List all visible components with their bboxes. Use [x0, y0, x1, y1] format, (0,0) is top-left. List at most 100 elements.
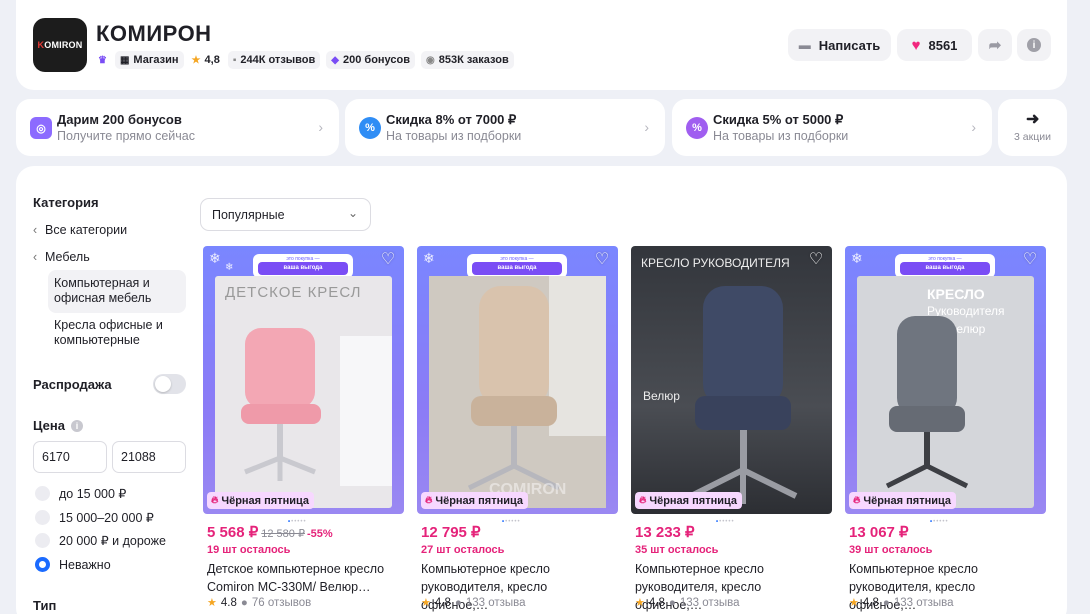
shop-reviews[interactable]: ▪ 244К отзывов [227, 51, 321, 69]
star-icon: ★ [207, 597, 217, 609]
pink-chair-illustration [241, 328, 392, 486]
beige-chair-illustration [429, 276, 606, 508]
fire-icon: 🔥︎ [853, 495, 861, 506]
share-icon: ➦ [988, 37, 1002, 54]
info-button[interactable]: i [1017, 29, 1051, 61]
shop-bonuses[interactable]: ◆ 200 бонусов [326, 51, 415, 69]
promo-banner: это покупка — ваша выгода [895, 254, 995, 278]
price-range-option[interactable]: до 15 000 ₽ [35, 486, 126, 501]
price-range-option[interactable]: 15 000–20 000 ₽ [35, 510, 154, 525]
fire-icon: 🔥︎ [211, 495, 219, 506]
star-icon: ★ [635, 597, 645, 609]
chevron-right-icon: › [644, 119, 649, 135]
chevron-down-icon: ⌄ [347, 206, 358, 220]
bonus-icon: ◆ [331, 54, 339, 66]
sale-label: Распродажа [33, 377, 112, 392]
percent-icon: % [686, 117, 708, 139]
info-icon: i [1027, 38, 1041, 52]
black-friday-badge: 🔥︎ Чёрная пятница [635, 492, 743, 509]
price-to-input[interactable]: 21088 [112, 441, 186, 473]
store-icon: ▦ [119, 54, 130, 66]
black-friday-badge: 🔥︎ Чёрная пятница [421, 492, 529, 509]
shop-name: КОМИРОН [96, 21, 212, 46]
shop-header: KOMIRON КОМИРОН ♛ ▦ Магазин ★ 4,8 ▪ 244К от… [16, 0, 1067, 90]
write-button[interactable]: ▬ Написать [788, 29, 891, 61]
product-image[interactable]: это покупка — ваша выгода ❄ ❄ ДЕТСКОЕ КР… [203, 246, 404, 514]
stock-left: 35 шт осталось [635, 544, 719, 556]
black-friday-badge: 🔥︎ Чёрная пятница [207, 492, 315, 509]
snowflake-icon: ❄ [225, 262, 234, 273]
star-icon: ★ [849, 597, 859, 609]
product-title[interactable]: Детское компьютерное кресло Comiron MC-33… [207, 560, 402, 596]
heart-icon: ♥ [911, 36, 921, 54]
promo-discount-5[interactable]: % Скидка 5% от 5000 ₽ На товары из подбо… [672, 99, 992, 156]
fire-icon: 🔥︎ [639, 495, 647, 506]
share-button[interactable]: ➦ [978, 29, 1012, 61]
image-pager-dots: •••••• [502, 519, 521, 525]
image-pager-dots: •••••• [716, 519, 735, 525]
percent-icon: % [359, 117, 381, 139]
stock-left: 39 шт осталось [849, 544, 933, 556]
comment-icon: ● [668, 596, 676, 609]
favorite-icon[interactable]: ♡ [806, 250, 826, 270]
product-rating: ★ 4.8 ● 133 отзыва [849, 596, 954, 610]
price-label: Цена i [33, 418, 83, 433]
chat-icon: ▬ [798, 38, 811, 52]
sort-select[interactable]: Популярные ⌄ [200, 198, 371, 231]
price-from-input[interactable]: 6170 [33, 441, 107, 473]
product-price: 12 795 ₽ [421, 524, 481, 541]
favorite-icon[interactable]: ♡ [378, 250, 398, 270]
all-actions-button[interactable]: ➜ 3 акции [998, 99, 1067, 156]
promo-banner: это покупка — ваша выгода [467, 254, 567, 278]
type-label: Тип [33, 598, 57, 613]
crown-icon: ♛ [98, 54, 107, 66]
product-price: 13 067 ₽ [849, 524, 909, 541]
favorite-icon[interactable]: ♡ [592, 250, 612, 270]
chevron-left-icon: ‹ [33, 223, 38, 237]
product-image[interactable]: КРЕСЛО РУКОВОДИТЕЛЯ Велюр ♡ 🔥︎ Чёрная пят… [631, 246, 832, 514]
comment-icon: ● [882, 596, 890, 609]
chevron-right-icon: › [318, 119, 323, 135]
product-rating: ★ 4.8 ● 133 отзыва [635, 596, 740, 610]
category-selected[interactable]: Компьютерная и офисная мебель [48, 270, 186, 313]
shop-type-badge: ▦ Магазин [114, 51, 184, 69]
favorite-shop-button[interactable]: ♥ 8561 [897, 29, 972, 61]
comment-icon: ● [454, 596, 462, 609]
catalog-panel: Категория ‹ Все категории ‹ Мебель Компьют… [16, 166, 1067, 614]
sale-toggle[interactable] [153, 374, 186, 394]
product-price: 13 233 ₽ [635, 524, 695, 541]
bonus-icon: ◎ [30, 117, 52, 139]
shop-meta: ♛ ▦ Магазин ★ 4,8 ▪ 244К отзывов ◆ 200 бонус… [96, 51, 514, 69]
blue-chair-illustration [689, 286, 798, 504]
promo-discount-8[interactable]: % Скидка 8% от 7000 ₽ На товары из подбо… [345, 99, 665, 156]
category-title: Категория [33, 195, 99, 210]
star-icon: ★ [421, 597, 431, 609]
fire-icon: 🔥︎ [425, 495, 433, 506]
shop-rating: ★ 4,8 [191, 54, 220, 66]
arrow-right-icon: ➜ [1026, 111, 1040, 128]
price-range-option-selected[interactable]: Неважно [35, 557, 111, 572]
grey-chair-illustration [885, 316, 969, 489]
snowflake-icon: ❄ [209, 250, 221, 266]
category-furniture-link[interactable]: ‹ Мебель [33, 250, 90, 264]
product-rating: ★ 4.8 ● 133 отзыва [421, 596, 526, 610]
comment-icon: ▪ [232, 54, 237, 66]
shop-logo[interactable]: KOMIRON [33, 18, 87, 72]
promo-bonus[interactable]: ◎ Дарим 200 бонусов Получите прямо сейча… [16, 99, 339, 156]
product-image[interactable]: это покупка — ваша выгода ❄ COMIRON ♡ 🔥︎… [417, 246, 618, 514]
favorite-icon[interactable]: ♡ [1020, 250, 1040, 270]
price-range-option[interactable]: 20 000 ₽ и дороже [35, 533, 166, 548]
category-office-chairs[interactable]: Кресла офисные и компьютерные [54, 318, 163, 348]
chevron-right-icon: › [971, 119, 976, 135]
chevron-left-icon: ‹ [33, 250, 38, 264]
snowflake-icon: ❄ [851, 250, 863, 266]
product-image[interactable]: это покупка — ваша выгода ❄ КРЕСЛО Руков… [845, 246, 1046, 514]
product-price: 5 568 ₽12 580 ₽ -55% [207, 524, 333, 541]
promo-banner: это покупка — ваша выгода [253, 254, 353, 278]
category-all-link[interactable]: ‹ Все категории [33, 223, 127, 237]
star-icon: ★ [191, 54, 201, 66]
info-icon[interactable]: i [70, 420, 83, 432]
product-rating: ★ 4.8 ● 76 отзывов [207, 596, 312, 610]
black-friday-badge: 🔥︎ Чёрная пятница [849, 492, 957, 509]
comment-icon: ● [240, 596, 248, 609]
